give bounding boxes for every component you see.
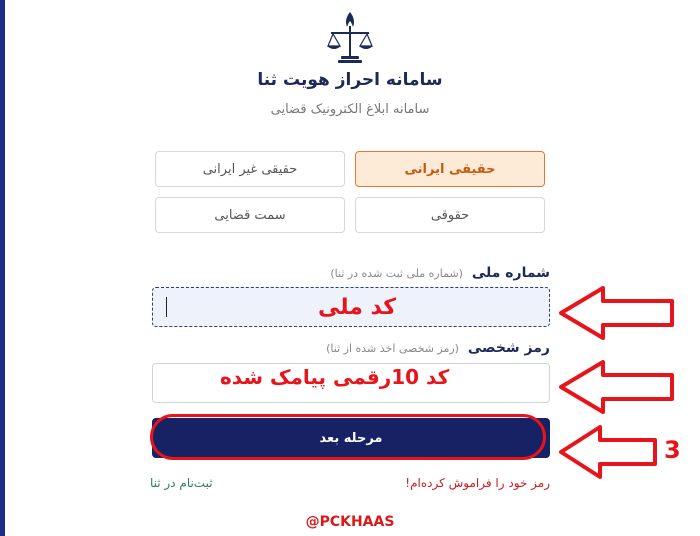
text-caret <box>166 297 167 317</box>
option-legal-person[interactable]: حقوقی <box>355 197 545 233</box>
password-label-text: رمز شخصی <box>467 340 550 356</box>
national-id-label: شماره ملی (شماره ملی ثبت شده در ثنا) <box>330 265 550 281</box>
password-hint: (رمز شخصی اخذ شده از ثنا) <box>326 342 459 355</box>
register-link[interactable]: ثبت‌نام در ثنا <box>150 476 213 490</box>
annotation-national-id: کد ملی <box>318 295 397 320</box>
judiciary-emblem-icon <box>327 12 373 63</box>
annotation-arrow-left-icon <box>559 286 674 340</box>
option-foreign-natural-person[interactable]: حقیقی غیر ایرانی <box>155 151 345 187</box>
option-label: حقیقی ایرانی <box>404 161 496 177</box>
page-title: سامانه احراز هویت ثنا <box>257 70 443 90</box>
national-id-label-text: شماره ملی <box>471 265 550 281</box>
national-id-hint: (شماره ملی ثبت شده در ثنا) <box>330 267 463 280</box>
option-iranian-natural-person[interactable]: حقیقی ایرانی <box>355 151 545 187</box>
option-label: حقوقی <box>430 207 470 223</box>
annotation-arrow-left-icon <box>559 360 674 414</box>
password-label: رمز شخصی (رمز شخصی اخذ شده از ثنا) <box>326 340 550 356</box>
annotation-arrow-left-icon <box>559 425 657 479</box>
forgot-password-link[interactable]: رمز خود را فراموش کرده‌ام! <box>405 476 550 490</box>
watermark: @PCKHAAS <box>305 514 395 530</box>
option-label: حقیقی غیر ایرانی <box>202 161 298 177</box>
page-subtitle: سامانه ابلاغ الکترونیک قضایی <box>270 102 430 117</box>
annotation-password: کد 10رقمی پیامک شده <box>220 365 450 389</box>
option-judicial-position[interactable]: سمت قضایی <box>155 197 345 233</box>
next-step-button[interactable]: مرحله بعد <box>152 418 550 458</box>
option-label: سمت قضایی <box>214 207 286 223</box>
annotation-step-number: 3 <box>664 436 681 464</box>
next-step-label: مرحله بعد <box>319 430 383 446</box>
